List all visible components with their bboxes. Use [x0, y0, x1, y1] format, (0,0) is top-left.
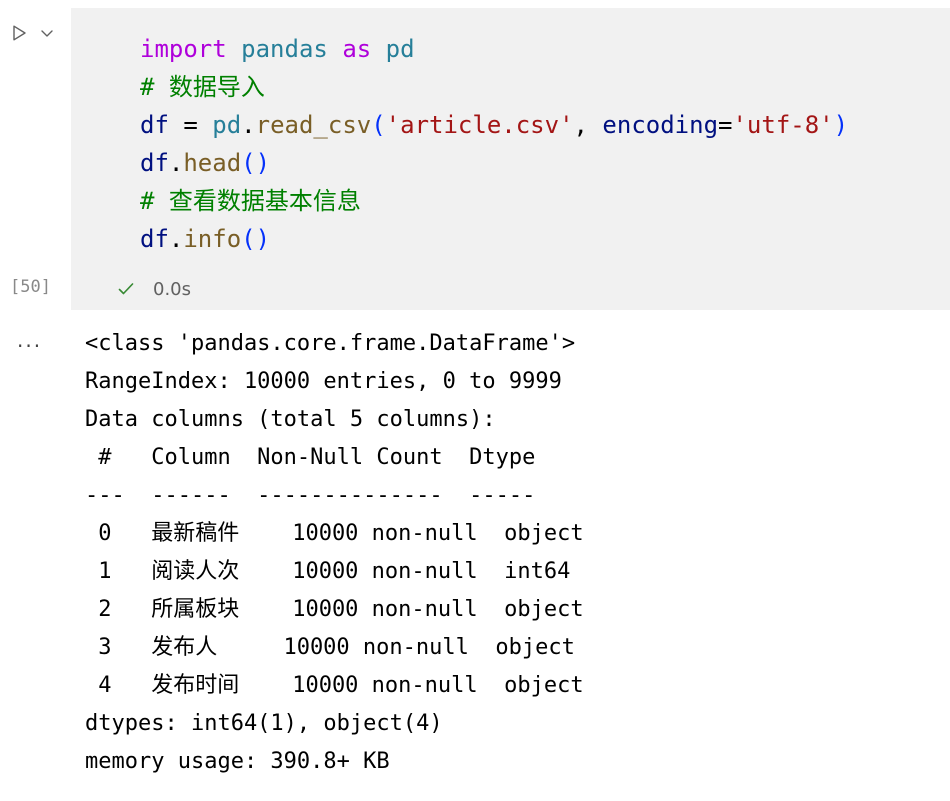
code-token: ( [241, 225, 256, 253]
code-token: encoding [602, 111, 719, 139]
code-line[interactable]: df = pd.read_csv('article.csv', encoding… [71, 106, 950, 144]
code-token: as [342, 35, 372, 63]
output-line: memory usage: 390.8+ KB [85, 749, 390, 774]
cell-run-controls [8, 22, 56, 44]
code-token: ( [241, 149, 256, 177]
code-token: , [573, 111, 588, 139]
code-cell-body[interactable]: import pandas as pd # 数据导入 df = pd.read_… [71, 8, 950, 310]
code-token: ) [833, 111, 849, 139]
code-token: pd [385, 35, 415, 63]
execution-time: 0.0s [153, 278, 192, 300]
code-line[interactable]: # 查看数据基本信息 [71, 182, 950, 220]
code-token: # 查看数据基本信息 [140, 187, 361, 215]
cell-options-button[interactable] [38, 24, 56, 42]
code-token: read_csv [255, 111, 372, 139]
code-token: . [168, 149, 184, 177]
code-token: info [183, 225, 242, 253]
output-line: <class 'pandas.core.frame.DataFrame'> [85, 331, 576, 356]
code-token: head [183, 149, 242, 177]
code-line[interactable]: df.info() [71, 220, 950, 258]
code-line[interactable]: import pandas as pd [71, 30, 950, 68]
output-line: RangeIndex: 10000 entries, 0 to 9999 [85, 369, 562, 394]
code-token: pandas [241, 35, 328, 63]
code-token: 'utf-8' [732, 111, 834, 139]
code-token: ) [255, 149, 271, 177]
code-token: ( [371, 111, 386, 139]
run-cell-button[interactable] [8, 22, 30, 44]
code-token: ) [255, 225, 271, 253]
code-token: df [140, 225, 169, 253]
code-token: # 数据导入 [140, 73, 265, 101]
output-stream-text: <class 'pandas.core.frame.DataFrame'> Ran… [85, 325, 584, 781]
output-line: 0 最新稿件 10000 non-null object [85, 521, 584, 546]
output-line: 3 发布人 10000 non-null object [85, 635, 575, 660]
output-prefix[interactable]: ··· [17, 336, 42, 356]
code-token: df [140, 149, 169, 177]
output-line: Data columns (total 5 columns): [85, 407, 496, 432]
play-icon [13, 25, 26, 41]
code-token: = [183, 111, 198, 139]
chevron-down-icon [41, 30, 53, 37]
execution-count: [50] [10, 277, 51, 297]
code-token: = [718, 111, 733, 139]
output-line: dtypes: int64(1), object(4) [85, 711, 443, 736]
output-line: 1 阅读人次 10000 non-null int64 [85, 559, 584, 584]
code-token: 'article.csv' [385, 111, 574, 139]
code-line[interactable]: df.head() [71, 144, 950, 182]
check-icon [115, 278, 137, 300]
code-line[interactable]: # 数据导入 [71, 68, 950, 106]
output-line: --- ------ -------------- ----- [85, 483, 549, 508]
code-token: . [168, 225, 184, 253]
output-line: 2 所属板块 10000 non-null object [85, 597, 584, 622]
code-token: pd [212, 111, 242, 139]
code-token: . [241, 111, 256, 139]
cell-gutter [0, 8, 71, 312]
output-line: 4 发布时间 10000 non-null object [85, 673, 584, 698]
notebook-cell-view: [50] import pandas as pd # 数据导入 df = pd.… [0, 0, 950, 801]
output-line: # Column Non-Null Count Dtype [85, 445, 549, 470]
code-editor[interactable]: import pandas as pd # 数据导入 df = pd.read_… [71, 8, 950, 268]
cell-status-bar: 0.0s [71, 268, 950, 310]
code-token: df [140, 111, 169, 139]
code-token: import [140, 35, 227, 63]
